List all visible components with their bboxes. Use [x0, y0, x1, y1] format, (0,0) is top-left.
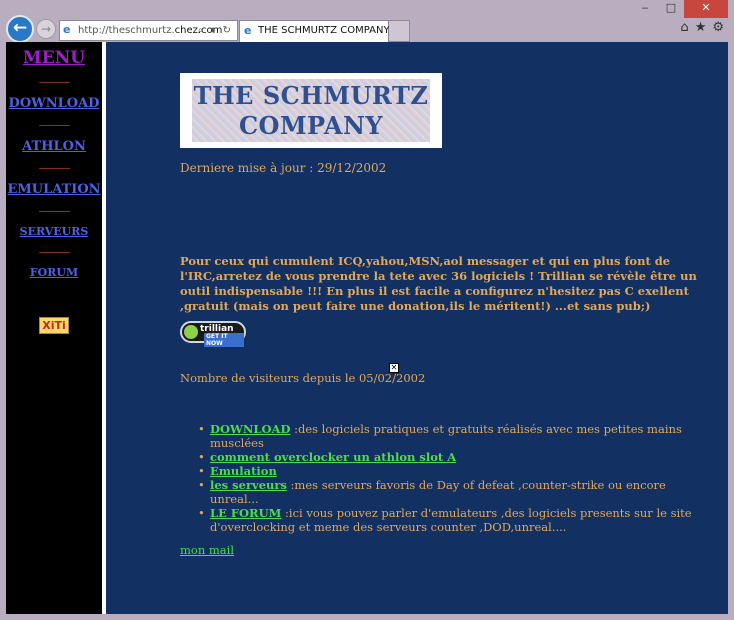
separator: --------------- — [38, 248, 71, 258]
logo-line: COMPANY — [238, 111, 384, 140]
list-item: comment overclocker un athlon slot A — [198, 450, 704, 464]
home-icon[interactable]: ⌂ — [680, 20, 688, 35]
logo: THE SCHMURTZ COMPANY — [180, 73, 442, 148]
window-controls: ‒ □ ✕ — [632, 0, 728, 18]
link-description: :ici vous pouvez parler d'emulateurs ,de… — [210, 506, 692, 534]
visitor-counter-label: Nombre de visiteurs depuis le 05/02/2002 — [180, 371, 426, 385]
address-controls[interactable]: ⌕ ▾ ↻ — [198, 21, 233, 40]
link-forum[interactable]: LE FORUM — [210, 506, 281, 520]
main-content: THE SCHMURTZ COMPANY Derniere mise à jou… — [106, 42, 728, 614]
separator: --------------- — [38, 78, 71, 88]
list-item: Emulation — [198, 464, 704, 478]
link-download[interactable]: DOWNLOAD — [210, 422, 290, 436]
minimize-button[interactable]: ‒ — [632, 0, 658, 18]
link-overclock[interactable]: comment overclocker un athlon slot A — [210, 450, 456, 464]
browser-chrome: ‒ □ ✕ ← → e http://theschmurtz.chez.com … — [0, 0, 734, 43]
sidebar-item-download[interactable]: DOWNLOAD — [6, 96, 102, 111]
back-button[interactable]: ← — [6, 15, 34, 43]
address-prefix: http://theschmurtz. — [78, 25, 175, 36]
mail-link[interactable]: mon mail — [180, 543, 234, 557]
trillian-logo-icon — [184, 325, 198, 339]
list-item: LE FORUM :ici vous pouvez parler d'emula… — [198, 506, 704, 534]
forward-button[interactable]: → — [36, 19, 56, 39]
intro-paragraph: Pour ceux qui cumulent ICQ,yahou,MSN,aol… — [180, 254, 697, 313]
arrow-left-icon: ← — [12, 18, 28, 38]
sidebar-item-forum[interactable]: FORUM — [6, 266, 102, 279]
separator: --------------- — [38, 164, 71, 174]
web-page: MENU --------------- DOWNLOAD ----------… — [6, 42, 728, 614]
maximize-button[interactable]: □ — [658, 0, 684, 18]
link-emulation[interactable]: Emulation — [210, 464, 277, 478]
link-serveurs[interactable]: les serveurs — [210, 478, 287, 492]
sidebar-item-serveurs[interactable]: SERVEURS — [6, 225, 102, 238]
logo-text: THE SCHMURTZ COMPANY — [192, 79, 430, 142]
tab-active[interactable]: e THE SCHMURTZ COMPANY — [239, 20, 390, 42]
menu-title: MENU — [22, 48, 86, 68]
close-button[interactable]: ✕ — [684, 0, 728, 18]
arrow-right-icon: → — [40, 22, 52, 36]
list-item: DOWNLOAD :des logiciels pratiques et gra… — [198, 422, 704, 450]
list-item: les serveurs :mes serveurs favoris de Da… — [198, 478, 704, 506]
address-bar[interactable]: e http://theschmurtz.chez.com ⌕ ▾ ↻ — [59, 20, 238, 41]
sidebar-item-athlon[interactable]: ATHLON — [6, 139, 102, 154]
sidebar: MENU --------------- DOWNLOAD ----------… — [6, 42, 102, 614]
trillian-cta: GET IT NOW — [204, 333, 244, 347]
broken-image-icon: ✕ — [389, 363, 399, 373]
tab-title: THE SCHMURTZ COMPANY — [258, 25, 390, 36]
ie-icon: e — [63, 23, 71, 36]
star-icon[interactable]: ★ — [695, 20, 707, 35]
last-update: Derniere mise à jour : 29/12/2002 — [180, 161, 387, 175]
gear-icon[interactable]: ⚙ — [712, 20, 724, 35]
new-tab-button[interactable] — [389, 20, 410, 42]
separator: --------------- — [38, 207, 71, 217]
logo-line: THE SCHMURTZ — [193, 81, 429, 110]
separator: --------------- — [38, 121, 71, 131]
trillian-badge[interactable]: trillian GET IT NOW — [180, 321, 246, 347]
xiti-badge[interactable]: XiTi — [39, 317, 69, 334]
browser-window: ‒ □ ✕ ← → e http://theschmurtz.chez.com … — [0, 0, 734, 620]
sidebar-item-emulation[interactable]: EMULATION — [6, 182, 102, 197]
link-list: DOWNLOAD :des logiciels pratiques et gra… — [198, 422, 704, 534]
toolbar-icons: ⌂ ★ ⚙ — [680, 20, 724, 35]
ie-icon: e — [244, 24, 252, 37]
